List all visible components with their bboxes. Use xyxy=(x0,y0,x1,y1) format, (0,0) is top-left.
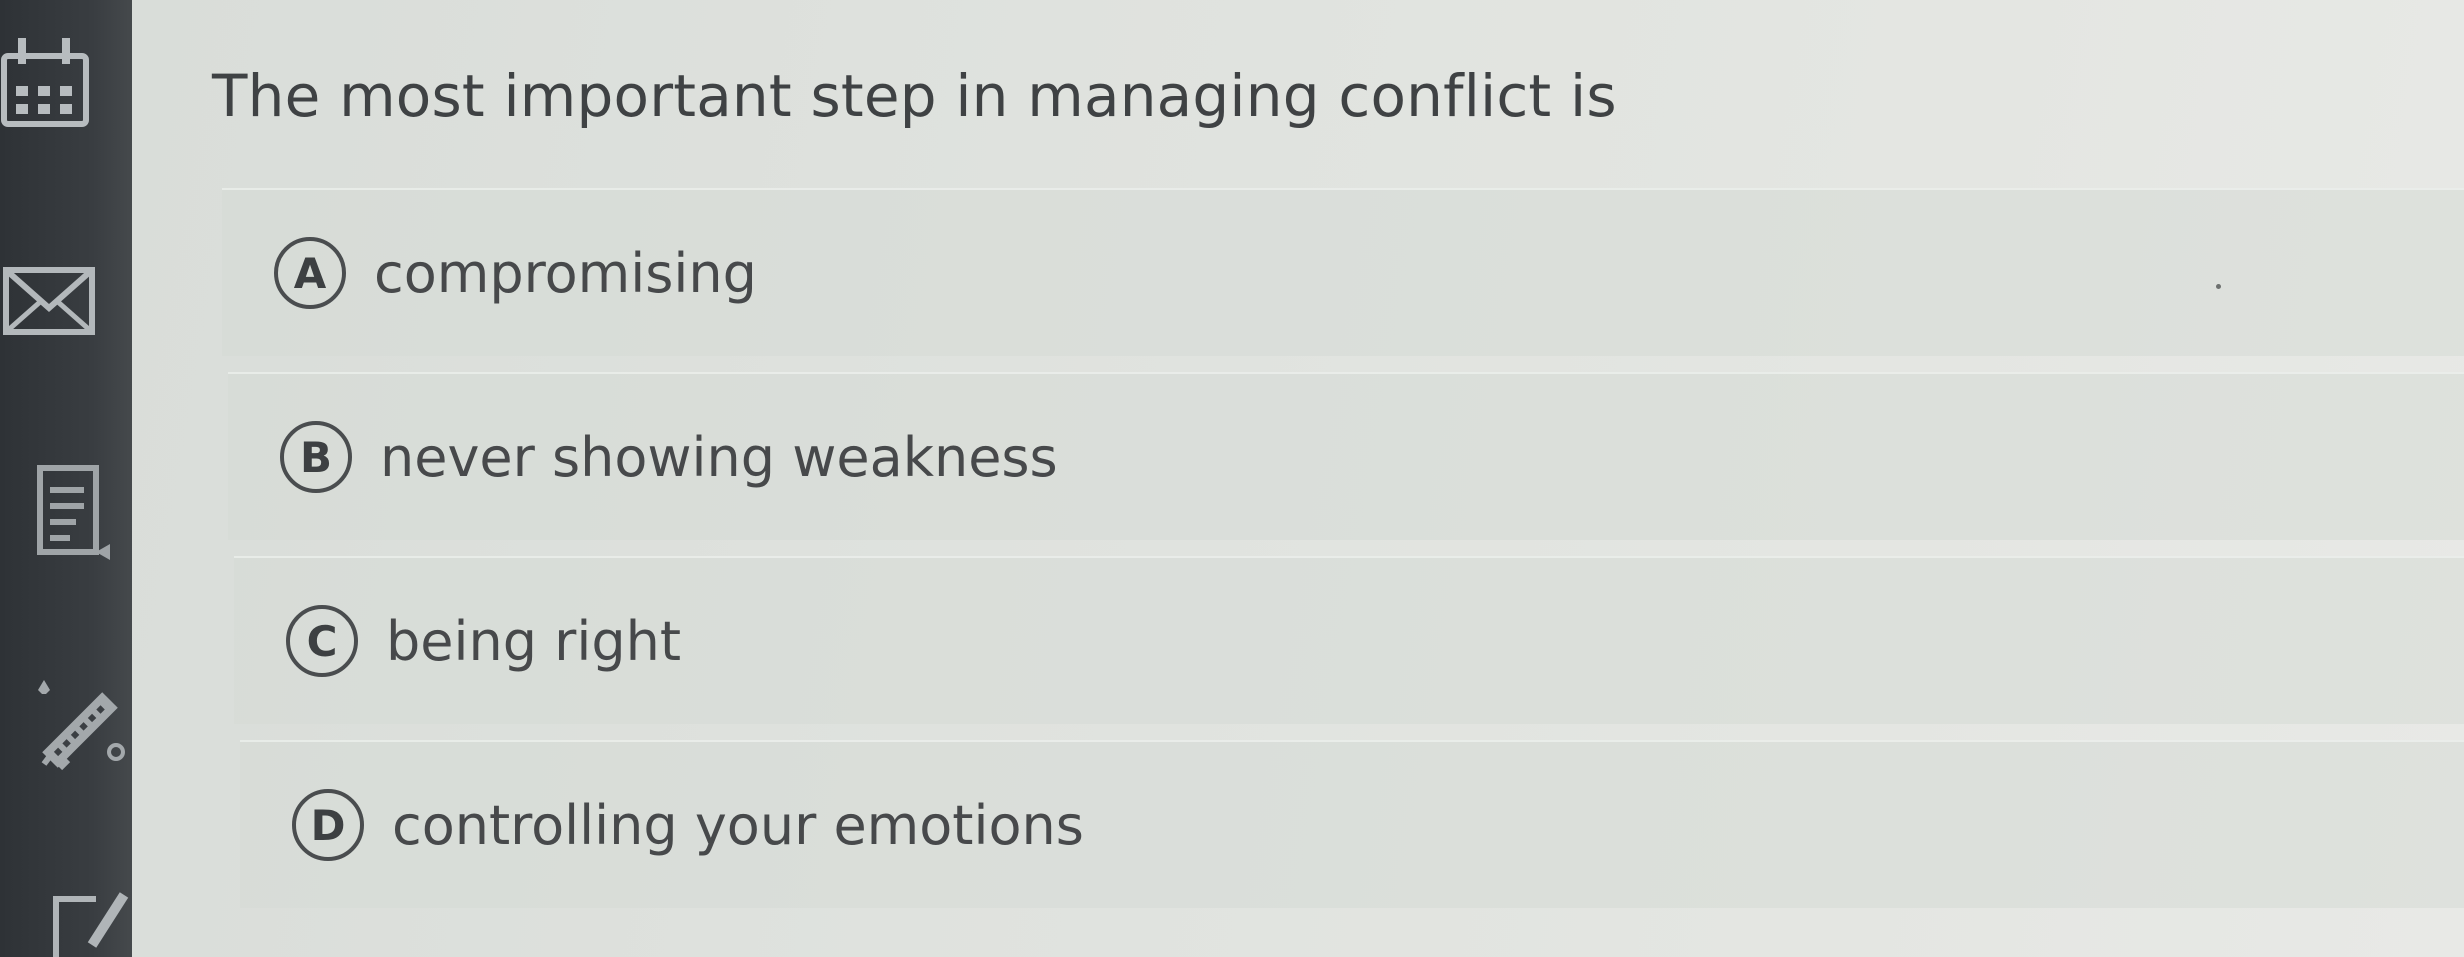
option-b-letter: B xyxy=(280,421,352,493)
screen-speck xyxy=(2216,284,2221,289)
edit-icon[interactable] xyxy=(0,885,130,957)
mail-icon[interactable] xyxy=(0,262,100,342)
notes-icon[interactable] xyxy=(0,460,110,570)
option-b[interactable]: B never showing weakness xyxy=(228,372,2464,540)
option-b-text: never showing weakness xyxy=(380,425,1058,489)
calendar-icon[interactable] xyxy=(0,30,96,130)
sidebar xyxy=(0,0,132,957)
option-a[interactable]: A compromising xyxy=(222,188,2464,356)
option-d-text: controlling your emotions xyxy=(392,793,1084,857)
option-d[interactable]: D controlling your emotions xyxy=(240,740,2464,908)
option-a-text: compromising xyxy=(374,241,757,305)
option-c-letter: C xyxy=(286,605,358,677)
question-panel: The most important step in managing conf… xyxy=(132,0,2464,957)
option-d-letter: D xyxy=(292,789,364,861)
question-text: The most important step in managing conf… xyxy=(212,62,1617,130)
option-c[interactable]: C being right xyxy=(234,556,2464,724)
option-a-letter: A xyxy=(274,237,346,309)
option-c-text: being right xyxy=(386,609,682,673)
pencil-icon[interactable] xyxy=(0,660,130,780)
